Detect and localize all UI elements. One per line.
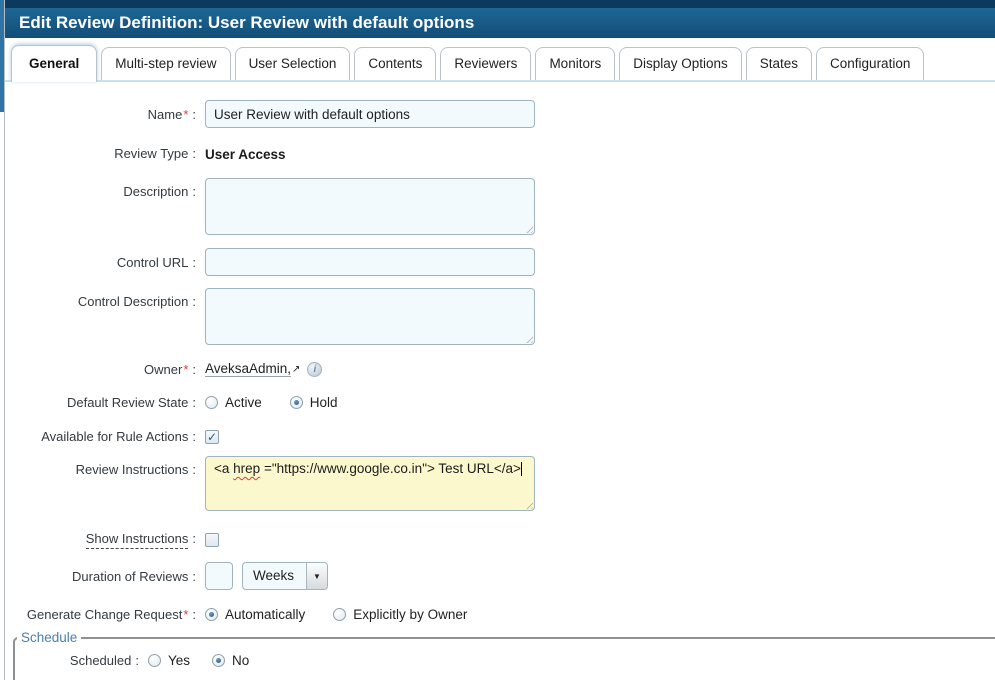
control-url-input[interactable] bbox=[205, 248, 535, 276]
control-description-row: Control Description: bbox=[8, 288, 995, 345]
radio-active-label: Active bbox=[225, 395, 262, 410]
required-asterisk: * bbox=[183, 607, 188, 622]
radio-explicitly-by-owner[interactable] bbox=[333, 608, 346, 621]
review-type-value: User Access bbox=[205, 145, 286, 162]
show-instructions-row: Show Instructions: bbox=[8, 531, 995, 549]
tab-strip: General Multi-step review User Selection… bbox=[5, 38, 995, 82]
show-instructions-label: Show Instructions: bbox=[8, 531, 205, 549]
description-row: Description: bbox=[8, 178, 995, 235]
tab-multi-step-review[interactable]: Multi-step review bbox=[101, 47, 230, 80]
instructions-text: ="https://www.google.co.in"> Test URL</a… bbox=[260, 461, 521, 476]
duration-value-input[interactable] bbox=[205, 562, 233, 590]
info-icon[interactable]: i bbox=[307, 362, 322, 377]
available-for-rule-actions-row: Available for Rule Actions: ✓ bbox=[8, 429, 995, 444]
panel-left-border bbox=[4, 0, 5, 680]
review-instructions-label: Review Instructions: bbox=[8, 456, 205, 477]
tab-reviewers[interactable]: Reviewers bbox=[440, 47, 531, 80]
generate-change-request-label: Generate Change Request*: bbox=[8, 607, 205, 622]
tab-display-options[interactable]: Display Options bbox=[619, 47, 742, 80]
control-description-label: Control Description: bbox=[8, 288, 205, 309]
show-instructions-checkbox[interactable] bbox=[205, 533, 219, 547]
page-title: Edit Review Definition: User Review with… bbox=[19, 13, 474, 32]
external-link-arrow-icon[interactable]: ↗ bbox=[292, 364, 300, 375]
label-colon: : bbox=[192, 531, 196, 546]
radio-scheduled-no-label: No bbox=[232, 653, 249, 668]
owner-link[interactable]: AveksaAdmin, bbox=[205, 361, 291, 377]
radio-automatically[interactable] bbox=[205, 608, 218, 621]
instructions-misspelled-word: hrep bbox=[233, 461, 260, 476]
checkmark-icon: ✓ bbox=[207, 431, 217, 443]
schedule-legend: Schedule bbox=[17, 630, 81, 645]
tab-states[interactable]: States bbox=[746, 47, 812, 80]
label-colon: : bbox=[192, 255, 196, 270]
required-asterisk: * bbox=[183, 362, 188, 377]
radio-hold[interactable] bbox=[290, 396, 303, 409]
label-colon: : bbox=[192, 462, 196, 477]
review-type-row: Review Type: User Access bbox=[8, 145, 995, 162]
name-row: Name*: bbox=[8, 100, 995, 128]
review-instructions-row: Review Instructions: <a hrep ="https://w… bbox=[8, 456, 995, 511]
duration-of-reviews-row: Duration of Reviews: Weeks ▼ bbox=[8, 562, 995, 590]
name-label: Name*: bbox=[8, 107, 205, 122]
generate-change-request-row: Generate Change Request*: Automatically … bbox=[8, 607, 995, 622]
radio-scheduled-no[interactable] bbox=[212, 654, 225, 667]
tab-user-selection[interactable]: User Selection bbox=[235, 47, 351, 80]
required-asterisk: * bbox=[183, 107, 188, 122]
duration-of-reviews-label: Duration of Reviews: bbox=[8, 569, 205, 584]
text-cursor bbox=[521, 462, 522, 476]
owner-row: Owner*: AveksaAdmin, ↗ i bbox=[8, 361, 995, 377]
caret-down-icon[interactable]: ▼ bbox=[306, 563, 327, 589]
label-colon: : bbox=[192, 294, 196, 309]
tab-contents[interactable]: Contents bbox=[354, 47, 436, 80]
radio-automatically-label: Automatically bbox=[225, 607, 305, 622]
control-url-row: Control URL: bbox=[8, 248, 995, 276]
review-instructions-textarea[interactable]: <a hrep ="https://www.google.co.in"> Tes… bbox=[205, 456, 535, 511]
radio-active[interactable] bbox=[205, 396, 218, 409]
available-for-rule-actions-label: Available for Rule Actions: bbox=[8, 429, 205, 444]
description-textarea[interactable] bbox=[205, 178, 535, 235]
edit-review-definition-window: Edit Review Definition: User Review with… bbox=[0, 0, 995, 680]
duration-unit-select[interactable]: Weeks ▼ bbox=[242, 562, 328, 590]
label-colon: : bbox=[192, 395, 196, 410]
top-navy-strip bbox=[5, 0, 995, 8]
label-colon: : bbox=[135, 653, 139, 668]
description-label: Description: bbox=[8, 178, 205, 199]
label-colon: : bbox=[192, 184, 196, 199]
schedule-fieldset: Schedule Scheduled: Yes No bbox=[13, 630, 995, 680]
label-colon: : bbox=[192, 569, 196, 584]
label-colon: : bbox=[192, 107, 196, 122]
left-accent-strip bbox=[0, 0, 4, 112]
name-input[interactable] bbox=[205, 100, 535, 128]
default-review-state-label: Default Review State: bbox=[8, 395, 205, 410]
label-colon: : bbox=[192, 429, 196, 444]
radio-scheduled-yes[interactable] bbox=[148, 654, 161, 667]
duration-unit-value: Weeks bbox=[243, 563, 306, 589]
general-tab-panel: Name*: Review Type: User Access Descript… bbox=[0, 82, 995, 680]
tab-configuration[interactable]: Configuration bbox=[816, 47, 924, 80]
radio-hold-label: Hold bbox=[310, 395, 338, 410]
label-colon: : bbox=[192, 362, 196, 377]
label-colon: : bbox=[192, 607, 196, 622]
instructions-text: <a bbox=[214, 461, 233, 476]
review-type-label: Review Type: bbox=[8, 146, 205, 161]
scheduled-row: Scheduled: Yes No bbox=[18, 653, 995, 668]
tab-general[interactable]: General bbox=[11, 45, 97, 82]
radio-explicitly-by-owner-label: Explicitly by Owner bbox=[353, 607, 467, 622]
label-colon: : bbox=[192, 146, 196, 161]
control-url-label: Control URL: bbox=[8, 255, 205, 270]
control-description-textarea[interactable] bbox=[205, 288, 535, 345]
radio-scheduled-yes-label: Yes bbox=[168, 653, 190, 668]
default-review-state-row: Default Review State: Active Hold bbox=[8, 395, 995, 410]
window-title-bar: Edit Review Definition: User Review with… bbox=[5, 8, 995, 38]
available-for-rule-actions-checkbox[interactable]: ✓ bbox=[205, 430, 219, 444]
owner-label: Owner*: bbox=[8, 362, 205, 377]
scheduled-label: Scheduled: bbox=[18, 653, 148, 668]
tab-monitors[interactable]: Monitors bbox=[535, 47, 615, 80]
